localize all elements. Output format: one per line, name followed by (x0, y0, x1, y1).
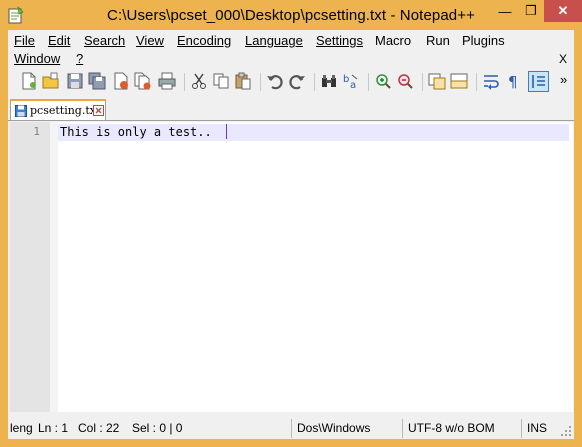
status-insert-mode[interactable]: INS (527, 417, 557, 439)
redo-icon[interactable] (288, 72, 306, 90)
status-eol-format[interactable]: Dos\Windows (297, 417, 397, 439)
open-file-icon[interactable] (42, 72, 60, 90)
copy-icon[interactable] (212, 72, 230, 90)
save-icon[interactable] (66, 72, 84, 90)
resize-grip-icon[interactable] (560, 425, 572, 437)
new-file-icon[interactable] (20, 72, 38, 90)
toolbar-separator (422, 73, 423, 91)
undo-icon[interactable] (266, 72, 284, 90)
menu-encoding[interactable]: Encoding (177, 32, 231, 50)
window-bottom-border (0, 439, 582, 447)
close-icon[interactable] (112, 72, 130, 90)
menu-file[interactable]: File (14, 32, 35, 50)
menu-help[interactable]: ? (76, 50, 83, 68)
minimize-icon: — (498, 3, 512, 19)
svg-text:b: b (343, 74, 349, 85)
editor-text-line[interactable]: This is only a test.. (60, 125, 212, 139)
toolbar-separator (260, 73, 261, 91)
minimize-button[interactable]: — (492, 0, 518, 22)
close-icon: ✕ (557, 3, 569, 18)
menu-search[interactable]: Search (84, 32, 125, 50)
close-document-button[interactable]: X (559, 50, 567, 68)
maximize-icon: ❐ (525, 3, 537, 18)
svg-text:a: a (350, 80, 356, 90)
status-separator (402, 419, 403, 438)
text-caret (226, 124, 227, 139)
app-client-area: File Edit Search View Encoding Language … (8, 30, 574, 439)
paste-icon[interactable] (234, 72, 252, 90)
close-all-icon[interactable] (134, 72, 152, 90)
toolbar-separator (476, 73, 477, 91)
menu-language[interactable]: Language (245, 32, 303, 50)
tab-label: pcsetting.txt (30, 104, 101, 117)
toolbar-separator (314, 73, 315, 91)
status-column: Col : 22 (78, 421, 120, 435)
editor-area[interactable]: 1 This is only a test.. (10, 122, 573, 412)
maximize-button[interactable]: ❐ (518, 0, 544, 22)
menu-run[interactable]: Run (426, 32, 450, 50)
word-wrap-icon[interactable] (482, 72, 500, 90)
toolbar-overflow-button[interactable]: » (560, 71, 567, 89)
svg-text:¶: ¶ (508, 73, 518, 90)
indent-guide-icon[interactable] (528, 71, 549, 92)
show-all-chars-icon[interactable]: ¶ (504, 72, 522, 90)
zoom-in-icon[interactable] (374, 72, 392, 90)
find-icon[interactable] (320, 72, 338, 90)
zoom-out-icon[interactable] (396, 72, 414, 90)
fold-margin[interactable] (50, 122, 58, 412)
menu-view[interactable]: View (136, 32, 164, 50)
menu-plugins[interactable]: Plugins (462, 32, 505, 50)
title-bar: C:\Users\pcset_000\Desktop\pcsetting.txt… (0, 0, 582, 30)
tab-pcsetting[interactable]: pcsetting.txt (10, 99, 106, 120)
status-length: leng (10, 421, 33, 435)
tab-close-icon[interactable] (93, 105, 104, 116)
menu-settings[interactable]: Settings (316, 32, 363, 50)
line-number: 1 (33, 125, 40, 138)
close-window-button[interactable]: ✕ (544, 0, 582, 22)
sync-horizontal-icon[interactable] (450, 72, 468, 90)
toolbar-separator (368, 73, 369, 91)
status-separator (291, 419, 292, 438)
menu-window[interactable]: Window (14, 50, 60, 68)
tab-bar: pcsetting.txt (8, 98, 574, 121)
save-all-icon[interactable] (88, 72, 106, 90)
status-separator (521, 419, 522, 438)
menu-macro[interactable]: Macro (375, 32, 411, 50)
toolbar-separator (184, 73, 185, 91)
saved-file-icon (15, 105, 27, 117)
sync-vertical-icon[interactable] (428, 72, 446, 90)
print-icon[interactable] (158, 72, 176, 90)
status-selection: Sel : 0 | 0 (132, 421, 183, 435)
status-encoding[interactable]: UTF-8 w/o BOM (408, 417, 518, 439)
cut-icon[interactable] (190, 72, 208, 90)
toolbar: ba ¶ » (8, 68, 574, 96)
menu-bar: File Edit Search View Encoding Language … (8, 30, 574, 68)
replace-icon[interactable]: ba (342, 72, 360, 90)
status-bar: leng Ln : 1 Col : 22 Sel : 0 | 0 Dos\Win… (8, 417, 574, 439)
menu-edit[interactable]: Edit (48, 32, 70, 50)
line-number-gutter: 1 (10, 122, 50, 412)
status-line: Ln : 1 (38, 421, 69, 435)
